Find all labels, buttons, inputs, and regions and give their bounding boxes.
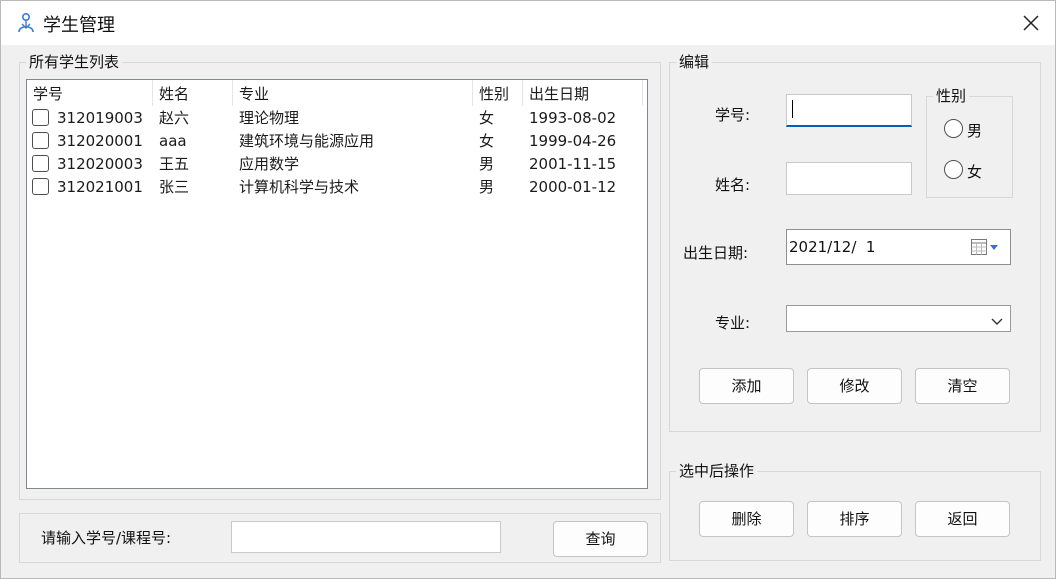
app-icon [16, 12, 36, 34]
cell-major: 理论物理 [239, 109, 300, 127]
major-label: 专业: [715, 314, 751, 332]
title-bar[interactable]: 学生管理 [1, 1, 1055, 45]
table-row[interactable]: 312020001 aaa 建筑环境与能源应用 女 1999-04-26 [27, 130, 647, 153]
delete-button[interactable]: 删除 [699, 501, 794, 537]
column-header-gender[interactable]: 性别 [473, 80, 523, 106]
list-header: 学号 姓名 专业 性别 出生日期 [27, 80, 647, 106]
cell-id: 312020001 [57, 132, 143, 150]
cell-birth: 2001-11-15 [529, 155, 617, 173]
cell-name: 王五 [159, 155, 190, 173]
sort-button[interactable]: 排序 [807, 501, 902, 537]
name-label: 姓名: [715, 176, 751, 194]
search-button[interactable]: 查询 [553, 521, 648, 557]
student-list-view[interactable]: 学号 姓名 专业 性别 出生日期 312019003 赵六 理论物理 女 199… [26, 79, 648, 489]
table-row[interactable]: 312021001 张三 计算机科学与技术 男 2000-01-12 [27, 176, 647, 199]
table-row[interactable]: 312019003 赵六 理论物理 女 1993-08-02 [27, 107, 647, 130]
cell-major: 建筑环境与能源应用 [239, 132, 375, 150]
id-label: 学号: [715, 106, 751, 124]
cell-id: 312019003 [57, 109, 143, 127]
row-checkbox[interactable] [32, 109, 49, 126]
cell-birth: 1993-08-02 [529, 109, 617, 127]
student-list-group-title: 所有学生列表 [26, 53, 123, 71]
cell-major: 计算机科学与技术 [239, 178, 360, 196]
row-checkbox[interactable] [32, 178, 49, 195]
birth-date-value: 2021/12/ 1 [789, 238, 876, 256]
close-button[interactable] [1011, 7, 1051, 39]
edit-group-title: 编辑 [676, 53, 713, 71]
male-radio-label[interactable]: 男 [967, 120, 982, 141]
column-header-major[interactable]: 专业 [233, 80, 473, 106]
cell-name: aaa [159, 132, 187, 150]
column-header-birth[interactable]: 出生日期 [523, 80, 643, 106]
table-row[interactable]: 312020003 王五 应用数学 男 2001-11-15 [27, 153, 647, 176]
search-input[interactable] [231, 521, 501, 553]
main-window: 学生管理 所有学生列表 学号 姓名 专业 性别 出生日期 312019003 赵… [0, 0, 1056, 579]
cell-gender: 男 [479, 178, 495, 196]
birth-date-picker[interactable]: 2021/12/ 1 [786, 229, 1011, 265]
female-radio[interactable] [944, 160, 963, 179]
cell-id: 312021001 [57, 178, 143, 196]
id-input[interactable] [786, 94, 912, 127]
column-header-id[interactable]: 学号 [27, 80, 153, 106]
selected-ops-group-title: 选中后操作 [676, 462, 758, 480]
window-title: 学生管理 [43, 15, 115, 36]
cell-birth: 2000-01-12 [529, 178, 617, 196]
cell-gender: 男 [479, 155, 495, 173]
cell-birth: 1999-04-26 [529, 132, 617, 150]
gender-group-title: 性别 [933, 87, 970, 105]
search-label: 请输入学号/课程号: [41, 529, 172, 547]
major-select[interactable] [786, 305, 1011, 332]
female-radio-label[interactable]: 女 [967, 161, 982, 182]
close-icon [1023, 15, 1039, 31]
cell-major: 应用数学 [239, 155, 300, 173]
modify-button[interactable]: 修改 [807, 368, 902, 404]
add-button[interactable]: 添加 [699, 368, 794, 404]
cell-id: 312020003 [57, 155, 143, 173]
gender-group: 性别 [926, 87, 1013, 198]
back-button[interactable]: 返回 [915, 501, 1010, 537]
cell-name: 赵六 [159, 109, 190, 127]
clear-button[interactable]: 清空 [915, 368, 1010, 404]
text-caret [792, 100, 793, 118]
row-checkbox[interactable] [32, 155, 49, 172]
column-header-name[interactable]: 姓名 [153, 80, 233, 106]
cell-gender: 女 [479, 132, 495, 150]
row-checkbox[interactable] [32, 132, 49, 149]
chevron-down-icon[interactable] [991, 313, 1003, 331]
calendar-icon[interactable] [971, 239, 1001, 261]
name-input[interactable] [786, 162, 912, 195]
cell-name: 张三 [159, 178, 190, 196]
male-radio[interactable] [944, 119, 963, 138]
cell-gender: 女 [479, 109, 495, 127]
birth-label: 出生日期: [683, 244, 749, 262]
